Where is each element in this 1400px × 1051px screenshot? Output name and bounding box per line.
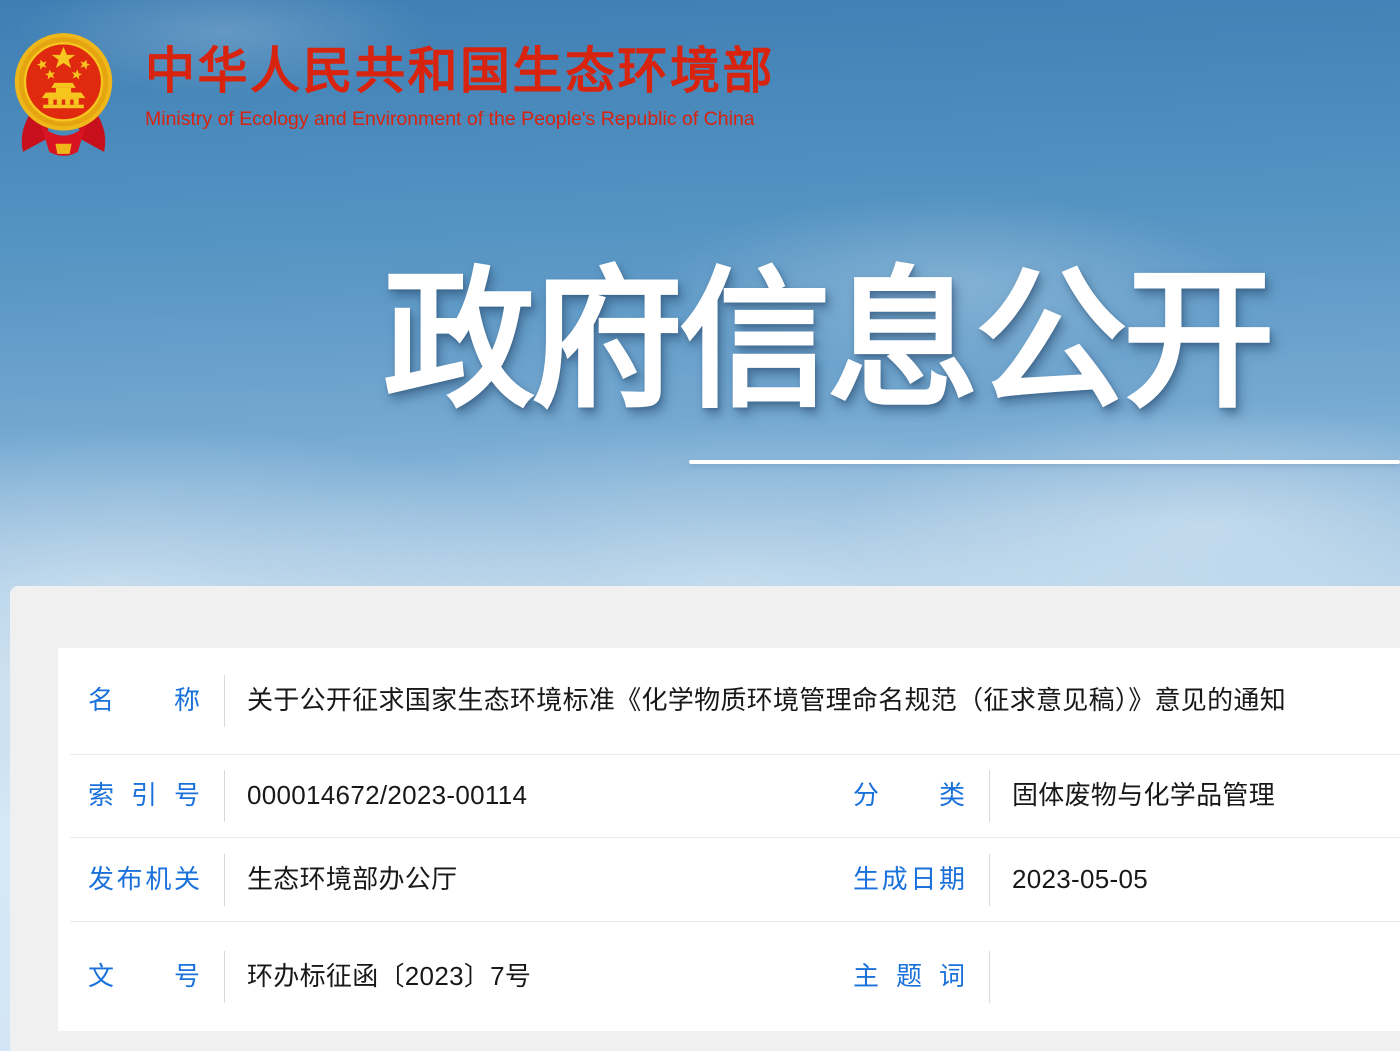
field-divider: [989, 770, 990, 822]
field-divider: [224, 675, 225, 727]
field-divider: [989, 854, 990, 906]
table-row-issuer: 发布机关 生态环境部办公厅 生成日期 2023-05-05: [70, 838, 1400, 922]
field-label: 名称: [88, 684, 200, 718]
table-row-index: 索引号 000014672/2023-00114 分类 固体废物与化学品管理: [70, 755, 1400, 838]
field-issue-date: 生成日期 2023-05-05: [835, 854, 1400, 906]
field-divider: [224, 854, 225, 906]
field-divider: [989, 951, 990, 1003]
field-divider: [224, 951, 225, 1003]
content-panel: 名称 关于公开征求国家生态环境标准《化学物质环境管理命名规范（征求意见稿）》意见…: [10, 586, 1400, 1051]
field-value: 环办标征函〔2023〕7号: [247, 959, 531, 994]
field-index-number: 索引号 000014672/2023-00114: [70, 770, 835, 822]
table-row-name: 名称 关于公开征求国家生态环境标准《化学物质环境管理命名规范（征求意见稿）》意见…: [70, 648, 1400, 755]
info-card: 名称 关于公开征求国家生态环境标准《化学物质环境管理命名规范（征求意见稿）》意见…: [58, 648, 1400, 1031]
banner-title: 政府信息公开: [383, 258, 1271, 425]
field-name: 名称 关于公开征求国家生态环境标准《化学物质环境管理命名规范（征求意见稿）》意见…: [70, 675, 1286, 727]
field-value: 生态环境部办公厅: [247, 862, 457, 897]
site-subtitle: Ministry of Ecology and Environment of t…: [145, 110, 775, 130]
site-title: 中华人民共和国生态环境部: [145, 46, 775, 96]
site-header: 中华人民共和国生态环境部 Ministry of Ecology and Env…: [145, 46, 775, 130]
china-national-emblem-icon: [12, 24, 115, 161]
field-subject-words: 主题词: [835, 951, 1400, 1003]
table-row-docnumber: 文号 环办标征函〔2023〕7号 主题词: [70, 922, 1400, 1031]
field-label: 文号: [88, 960, 200, 994]
field-value: 固体废物与化学品管理: [1012, 778, 1275, 813]
field-divider: [224, 770, 225, 822]
field-label: 生成日期: [853, 863, 965, 897]
field-document-number: 文号 环办标征函〔2023〕7号: [70, 951, 835, 1003]
field-value: 关于公开征求国家生态环境标准《化学物质环境管理命名规范（征求意见稿）》意见的通知: [247, 683, 1286, 718]
banner-underline: [689, 460, 1400, 464]
field-value: 2023-05-05: [1012, 862, 1148, 897]
field-label: 分类: [853, 779, 965, 813]
field-issuing-agency: 发布机关 生态环境部办公厅: [70, 854, 835, 906]
field-category: 分类 固体废物与化学品管理: [835, 770, 1400, 822]
field-value: 000014672/2023-00114: [247, 778, 527, 813]
field-label: 主题词: [853, 960, 965, 994]
field-label: 发布机关: [88, 863, 200, 897]
field-label: 索引号: [88, 779, 200, 813]
